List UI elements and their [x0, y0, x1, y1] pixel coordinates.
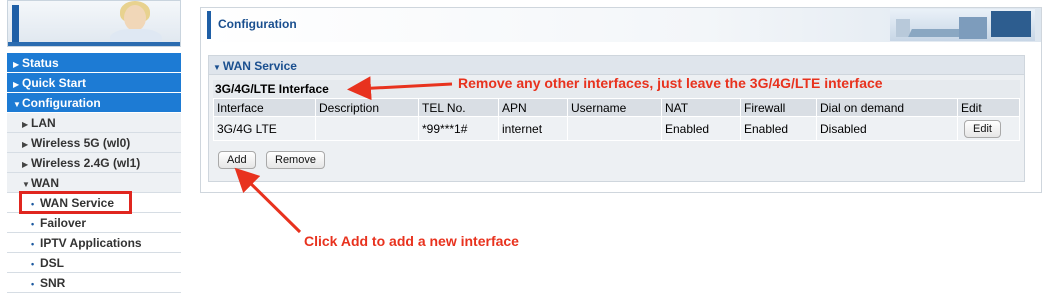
cell-edit: Edit — [957, 116, 1020, 141]
caret-right-icon: ▶ — [22, 140, 29, 149]
edit-button[interactable]: Edit — [964, 119, 1001, 138]
caret-down-icon: ▼ — [213, 63, 221, 72]
column-header: Firewall — [740, 98, 817, 117]
sidebar-item-label: SNR — [40, 276, 66, 290]
brand-logo — [7, 0, 181, 47]
bullet-icon: • — [31, 259, 35, 269]
column-header: TEL No. — [418, 98, 499, 117]
cell-apn: internet — [498, 116, 568, 141]
sidebar: ▶ Status ▶ Quick Start ▼Configuration ▶ LAN… — [7, 0, 181, 296]
column-header: NAT — [661, 98, 741, 117]
add-button[interactable]: Add — [218, 151, 256, 169]
cell-nat: Enabled — [661, 116, 741, 141]
sidebar-item-wireless-24g[interactable]: ▶ Wireless 2.4G (wl1) — [7, 153, 181, 173]
caret-right-icon: ▶ — [13, 80, 20, 89]
column-header: Interface — [213, 98, 316, 117]
sidebar-item-label: LAN — [31, 116, 56, 130]
annotation-click-add: Click Add to add a new interface — [304, 233, 519, 249]
sidebar-item-label: Configuration — [22, 96, 101, 110]
sidebar-item-wireless-5g[interactable]: ▶ Wireless 5G (wl0) — [7, 133, 181, 153]
logo-bar — [12, 5, 19, 44]
sidebar-item-label: DSL — [40, 256, 64, 270]
cell-username — [567, 116, 662, 141]
caret-right-icon: ▶ — [13, 60, 20, 69]
page-header: Configuration — [201, 8, 1041, 42]
remove-button[interactable]: Remove — [266, 151, 325, 169]
section-label: WAN Service — [222, 59, 297, 73]
column-header: Edit — [957, 98, 1020, 117]
column-header: Dial on demand — [816, 98, 958, 117]
cell-dial-on-demand: Disabled — [816, 116, 958, 141]
sidebar-item-wan[interactable]: ▼WAN — [7, 173, 181, 193]
sidebar-item-iptv-applications[interactable]: • IPTV Applications — [7, 233, 181, 253]
header-image — [890, 9, 1035, 41]
bullet-icon: • — [31, 239, 35, 249]
column-header: Username — [567, 98, 662, 117]
logo-photo — [102, 1, 172, 46]
page-title: Configuration — [218, 17, 297, 31]
cell-interface: 3G/4G LTE — [213, 116, 316, 141]
highlight-box-wan-service — [19, 191, 132, 214]
caret-down-icon: ▼ — [13, 100, 21, 109]
sidebar-item-label: WAN — [31, 176, 59, 190]
cell-tel: *99***1# — [418, 116, 499, 141]
sidebar-item-lan[interactable]: ▶ LAN — [7, 113, 181, 133]
caret-right-icon: ▶ — [22, 160, 29, 169]
cell-description — [315, 116, 419, 141]
sidebar-item-label: Failover — [40, 216, 87, 230]
bullet-icon: • — [31, 219, 35, 229]
sidebar-menu: ▶ Status ▶ Quick Start ▼Configuration ▶ LAN… — [7, 53, 181, 293]
wan-service-header[interactable]: ▼ WAN Service — [209, 56, 1024, 75]
sidebar-item-dsl[interactable]: • DSL — [7, 253, 181, 273]
sidebar-item-quick-start[interactable]: ▶ Quick Start — [7, 73, 181, 93]
table-header-row: Interface Description TEL No. APN Userna… — [213, 98, 1020, 117]
sidebar-item-label: IPTV Applications — [40, 236, 142, 250]
interface-table: Interface Description TEL No. APN Userna… — [213, 98, 1020, 141]
bullet-icon: • — [31, 279, 35, 289]
sidebar-item-label: Wireless 2.4G (wl1) — [31, 156, 141, 170]
sidebar-item-status[interactable]: ▶ Status — [7, 53, 181, 73]
main-panel: Configuration ▼ WAN Service 3G/4G/LTE Int… — [200, 7, 1042, 193]
column-header: APN — [498, 98, 568, 117]
table-row: 3G/4G LTE *99***1# internet Enabled Enab… — [213, 116, 1020, 141]
sidebar-item-label: Quick Start — [22, 76, 87, 90]
column-header: Description — [315, 98, 419, 117]
sidebar-item-failover[interactable]: • Failover — [7, 213, 181, 233]
caret-right-icon: ▶ — [22, 120, 29, 129]
sidebar-item-label: Status — [22, 56, 59, 70]
sidebar-item-configuration[interactable]: ▼Configuration — [7, 93, 181, 113]
annotation-remove-interfaces: Remove any other interfaces, just leave … — [458, 75, 883, 91]
cell-firewall: Enabled — [740, 116, 817, 141]
sidebar-item-label: Wireless 5G (wl0) — [31, 136, 131, 150]
sidebar-item-snr[interactable]: • SNR — [7, 273, 181, 293]
